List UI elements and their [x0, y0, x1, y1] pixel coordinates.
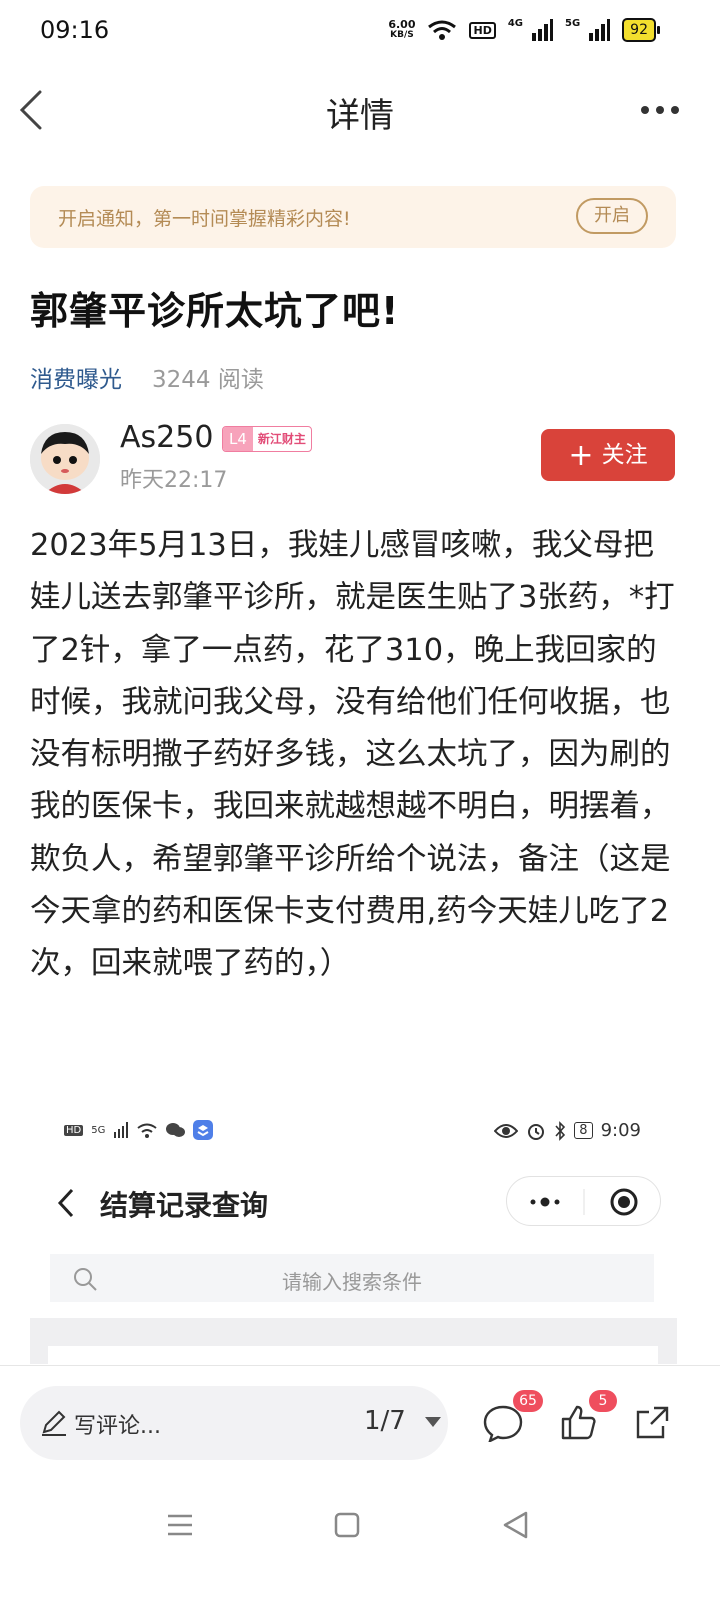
embed-bluetooth-icon — [555, 1120, 566, 1141]
bottom-divider — [0, 1365, 720, 1366]
post-body: 2023年5月13日，我娃儿感冒咳嗽，我父母把娃儿送去郭肇平诊所，就是医生贴了3… — [30, 528, 675, 982]
status-time: 09:16 — [40, 16, 110, 44]
post-title: 郭肇平诊所太坑了吧! — [30, 289, 400, 333]
signal-bars-icon — [532, 19, 553, 41]
recent-apps-icon[interactable] — [160, 1505, 200, 1545]
signal-5g-label: 5G — [565, 18, 581, 29]
level-badge: L4 新江财主 — [222, 426, 312, 452]
plus-icon: + — [568, 438, 594, 473]
embed-alarm-icon — [528, 1123, 545, 1140]
embed-hd-icon: HD — [64, 1124, 84, 1136]
embed-search-box: 请输入搜索条件 — [50, 1254, 654, 1302]
embed-5g-label: 5G — [91, 1124, 106, 1136]
embed-search-placeholder: 请输入搜索条件 — [282, 1270, 422, 1294]
follow-label: 关注 — [601, 442, 648, 468]
embed-capsule-menu — [506, 1176, 661, 1226]
honor-title: 新江财主 — [257, 432, 306, 446]
notification-banner: 开启通知，第一时间掌握精彩内容! 开启 — [30, 186, 676, 248]
comment-count-badge: 65 — [513, 1390, 543, 1412]
signal-4g-label: 4G — [507, 18, 523, 29]
level-label: L4 — [223, 427, 253, 451]
embed-signal-icon — [114, 1122, 129, 1138]
embed-battery-icon: 8 — [574, 1122, 593, 1139]
embed-status-time: 9:09 — [600, 1120, 641, 1141]
read-count: 3244 阅读 — [152, 367, 264, 393]
like-count-badge: 5 — [589, 1390, 617, 1412]
embed-status-left: HD 5G — [64, 1120, 214, 1140]
more-options-icon[interactable] — [640, 98, 680, 122]
like-icon[interactable] — [560, 1404, 596, 1440]
embed-title: 结算记录查询 — [100, 1189, 269, 1222]
comment-input[interactable]: 写评论... 1/7 — [20, 1386, 448, 1460]
image-page-indicator[interactable]: 1/7 — [364, 1406, 442, 1436]
share-icon[interactable] — [634, 1404, 670, 1440]
page-indicator-text: 1/7 — [364, 1406, 406, 1436]
caret-down-icon — [425, 1417, 442, 1427]
avatar[interactable] — [30, 424, 100, 494]
embed-wechat-icon — [166, 1123, 186, 1137]
follow-button[interactable]: + 关注 — [541, 429, 675, 481]
wifi-icon — [428, 20, 457, 40]
post-time: 昨天22:17 — [120, 468, 228, 493]
status-icons: 6.00 KB/S HD 4G 5G 92 — [388, 18, 660, 42]
home-icon[interactable] — [327, 1505, 367, 1545]
hd-voice-icon: HD — [469, 21, 496, 39]
comment-placeholder: 写评论... — [74, 1414, 161, 1439]
page-title: 详情 — [326, 96, 394, 136]
author-name[interactable]: As250 — [120, 420, 213, 455]
pencil-icon — [42, 1410, 66, 1436]
embed-wifi-icon — [137, 1123, 157, 1138]
back-nav-icon[interactable] — [496, 1505, 536, 1545]
network-speed: 6.00 KB/S — [388, 18, 416, 40]
embed-back-icon — [57, 1188, 74, 1218]
category-link[interactable]: 消费曝光 — [30, 360, 122, 394]
embed-eye-icon — [494, 1123, 519, 1138]
embed-card — [48, 1346, 658, 1364]
notification-text: 开启通知，第一时间掌握精彩内容! — [58, 208, 351, 230]
embed-app-icon — [193, 1120, 214, 1140]
avatar-image — [30, 424, 100, 494]
embed-status-right: 8 9:09 — [494, 1120, 641, 1141]
battery-icon: 92 — [622, 18, 660, 42]
embedded-screenshot[interactable]: HD 5G 8 9:09 结算记录查询 请输入搜索条件 — [30, 1106, 677, 1364]
signal-bars-icon — [589, 19, 611, 41]
enable-notification-button[interactable]: 开启 — [576, 198, 648, 234]
